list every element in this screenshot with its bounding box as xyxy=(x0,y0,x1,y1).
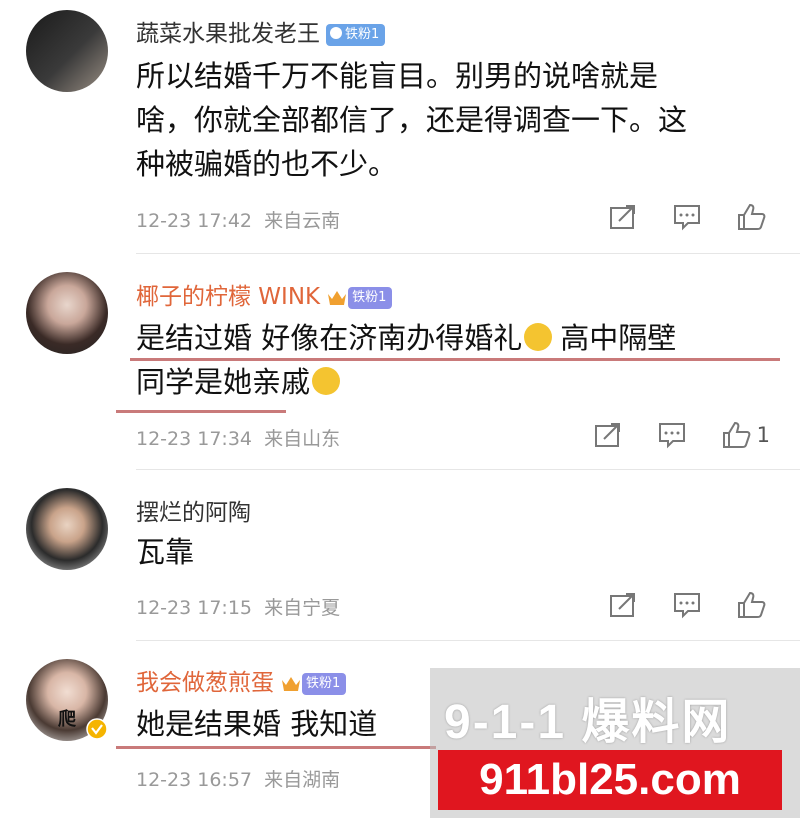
crown-icon xyxy=(282,676,300,691)
laugh-cry-emoji-icon xyxy=(312,367,341,395)
comment-meta: 12-23 17:42 来自云南 xyxy=(136,206,340,233)
comment-line: 她是结果婚 我知道 xyxy=(136,707,378,741)
timestamp: 12-23 17:15 xyxy=(136,597,253,619)
reply-icon[interactable] xyxy=(672,590,706,620)
share-icon[interactable] xyxy=(593,420,627,450)
location: 来自山东 xyxy=(264,428,341,450)
avatar[interactable] xyxy=(26,488,108,570)
divider xyxy=(136,253,800,254)
location: 来自云南 xyxy=(264,210,341,232)
timestamp: 12-23 17:42 xyxy=(136,210,253,232)
comment-line: 是结过婚 好像在济南办得婚礼 高中隔壁 xyxy=(136,316,676,360)
watermark: 9-1-1 爆料网 911bl25.com xyxy=(430,668,800,818)
like-icon[interactable] xyxy=(736,590,770,620)
fan-badge: 铁粉1 xyxy=(326,23,386,46)
comment-line: 啥，你就全部都信了，还是得调查一下。这 xyxy=(136,103,688,137)
verified-icon xyxy=(86,718,108,740)
avatar-text: 爬 xyxy=(58,709,76,730)
crown-icon xyxy=(328,290,347,305)
username-text[interactable]: 蔬菜水果批发老王 xyxy=(136,21,320,47)
comment-line: 同学是她亲戚 xyxy=(136,360,676,404)
avatar[interactable] xyxy=(26,272,108,354)
comment-meta: 12-23 16:57 来自湖南 xyxy=(136,765,340,792)
avatar[interactable] xyxy=(26,10,108,92)
username[interactable]: 椰子的柠檬 WINK 铁粉1 xyxy=(136,277,393,311)
location: 来自宁夏 xyxy=(264,597,341,619)
underline-annotation xyxy=(116,410,286,413)
comment-line-part: 同学是她亲戚 xyxy=(136,365,311,399)
location: 来自湖南 xyxy=(264,769,341,791)
fan-badge: 铁粉1 xyxy=(302,672,347,695)
username-text[interactable]: 我会做葱煎蛋 xyxy=(136,670,274,696)
comment-text: 所以结婚千万不能盲目。别男的说啥就是 啥，你就全部都信了，还是得调查一下。这 种… xyxy=(136,54,687,186)
divider xyxy=(136,469,800,470)
share-icon[interactable] xyxy=(608,590,642,620)
watermark-logo: 9-1-1 爆料网 xyxy=(444,696,732,749)
share-icon[interactable] xyxy=(608,202,642,232)
watermark-url: 911bl25.com xyxy=(438,750,782,810)
comment-actions xyxy=(578,202,770,232)
username[interactable]: 我会做葱煎蛋 铁粉1 xyxy=(136,663,347,697)
comment-actions xyxy=(578,590,770,620)
comment-line: 种被骗婚的也不少。 xyxy=(136,147,398,181)
fan-badge: 铁粉1 xyxy=(348,286,393,309)
timestamp: 12-23 17:34 xyxy=(136,428,253,450)
reply-icon[interactable] xyxy=(657,420,691,450)
like-count: 1 xyxy=(756,423,770,447)
comment-meta: 12-23 17:34 来自山东 xyxy=(136,424,340,451)
comment-meta: 12-23 17:15 来自宁夏 xyxy=(136,593,340,620)
badge-label: 铁粉1 xyxy=(345,26,380,42)
underline-annotation xyxy=(116,746,436,749)
comment-actions: 1 xyxy=(563,420,770,450)
username[interactable]: 摆烂的阿陶 xyxy=(136,493,251,527)
comment-line: 瓦靠 xyxy=(136,535,195,569)
like-icon[interactable]: 1 xyxy=(721,420,770,450)
timestamp: 12-23 16:57 xyxy=(136,769,253,791)
reply-icon[interactable] xyxy=(672,202,706,232)
comment-text: 瓦靠 xyxy=(136,530,194,574)
laugh-cry-emoji-icon xyxy=(524,323,553,351)
comment-line: 所以结婚千万不能盲目。别男的说啥就是 xyxy=(136,59,659,93)
username[interactable]: 蔬菜水果批发老王 铁粉1 xyxy=(136,14,386,48)
comment-line-part: 是结过婚 好像在济南办得婚礼 xyxy=(136,321,523,355)
badge-arrow-icon xyxy=(330,26,342,39)
comment-text: 她是结果婚 我知道 xyxy=(136,702,377,746)
username-text[interactable]: 椰子的柠檬 WINK xyxy=(136,284,320,310)
underline-annotation xyxy=(130,358,780,361)
divider xyxy=(136,640,800,641)
like-icon[interactable] xyxy=(736,202,770,232)
comment-line-part: 高中隔壁 xyxy=(560,321,677,355)
